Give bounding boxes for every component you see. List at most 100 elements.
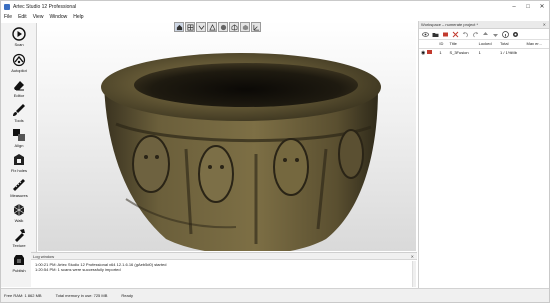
texture-view-icon <box>242 24 248 30</box>
tool-label: Align <box>14 143 24 148</box>
status-bar: Free RAM: 1 862 MB Total memory in use: … <box>1 288 549 302</box>
row-total: 1 / 1%Mb <box>500 50 517 55</box>
workspace-panel: Workspace – numerate project * ✕ ID Titl… <box>418 21 549 288</box>
publish-icon <box>14 255 24 265</box>
close-icon[interactable]: ✕ <box>543 22 546 27</box>
close-button[interactable]: ✕ <box>535 1 549 12</box>
gear-icon <box>512 31 518 37</box>
tool-label: Measures <box>10 193 28 198</box>
home-view-button[interactable] <box>174 22 184 32</box>
tool-editor[interactable]: Editor <box>1 76 37 100</box>
log-title: Log window <box>33 253 55 259</box>
maximize-button[interactable]: □ <box>521 1 535 12</box>
window-controls: – □ ✕ <box>507 1 549 12</box>
tool-tools[interactable]: Tools <box>1 101 37 125</box>
close-icon[interactable]: ✕ <box>411 254 414 259</box>
settings-button[interactable] <box>511 30 519 38</box>
ready-status: Ready <box>121 293 133 298</box>
texture-view-button[interactable] <box>240 22 250 32</box>
log-window: Log window ✕ 1:00:21 PM: Artec Studio 12… <box>31 252 417 288</box>
fix-holes-icon <box>14 154 24 165</box>
wireframe-button[interactable] <box>229 22 239 32</box>
log-body: 1:00:21 PM: Artec Studio 12 Professional… <box>31 260 417 274</box>
column-header-id[interactable]: ID <box>437 40 448 49</box>
eraser-icon <box>14 81 24 91</box>
color-button[interactable] <box>441 30 449 38</box>
menu-help[interactable]: Help <box>70 14 86 20</box>
color-icon <box>442 32 448 36</box>
window-title: Artec Studio 12 Professional <box>13 3 77 10</box>
tool-label: Scan <box>14 42 24 47</box>
arrow-up-icon <box>482 31 488 35</box>
delete-button[interactable] <box>451 30 459 38</box>
menu-view[interactable]: View <box>30 14 47 20</box>
row-visibility-cell[interactable]: ◉ <box>419 48 437 57</box>
tool-label: Fix holes <box>10 168 27 173</box>
camera-button[interactable] <box>196 22 206 32</box>
move-up-button[interactable] <box>481 30 489 38</box>
autopilot-icon <box>12 53 26 67</box>
row-locked: 1 <box>478 50 481 55</box>
tool-label: Publish <box>12 268 26 273</box>
view-toolbar <box>174 22 261 32</box>
move-down-button[interactable] <box>491 30 499 38</box>
folder-button[interactable] <box>431 30 439 38</box>
shading-button[interactable] <box>218 22 228 32</box>
3d-viewport[interactable] <box>38 21 416 251</box>
undo-button[interactable] <box>461 30 469 38</box>
walk-icon <box>13 204 25 216</box>
artec-logo-icon <box>4 3 10 10</box>
menu-file[interactable]: File <box>1 14 15 20</box>
title-bar: Artec Studio 12 Professional – □ ✕ <box>1 1 549 12</box>
info-button[interactable] <box>501 30 509 38</box>
light-icon <box>208 23 216 30</box>
tool-measures[interactable]: Measures <box>1 176 37 200</box>
eye-icon[interactable]: ◉ <box>421 50 425 56</box>
tool-walk[interactable]: Walk <box>1 201 37 225</box>
folder-icon <box>432 32 438 37</box>
workspace-title: Workspace – numerate project * <box>421 22 479 27</box>
workspace-toolbar <box>419 29 549 40</box>
column-header-locked[interactable]: Locked <box>476 40 499 49</box>
left-toolbar: Scan Autopilot Editor Tools Align Fix ho… <box>1 23 37 287</box>
tool-autopilot[interactable]: Autopilot <box>1 51 37 75</box>
minimize-button[interactable]: – <box>507 1 521 12</box>
table-row[interactable]: ◉ 1 S_3Fusion 1 1 / 1%Mb <box>419 48 549 57</box>
tool-scan[interactable]: Scan <box>1 25 37 49</box>
ruler-icon <box>13 179 25 191</box>
tool-fix-holes[interactable]: Fix holes <box>1 151 37 175</box>
menu-bar: File Edit View Window Help <box>1 12 549 21</box>
column-header-max-error[interactable]: Max er... <box>524 40 549 49</box>
tool-label: Texture <box>12 243 26 248</box>
tool-align[interactable]: Align <box>1 126 37 150</box>
column-header-visibility[interactable] <box>419 40 438 49</box>
undo-icon <box>462 31 468 37</box>
tool-texture[interactable]: Texture <box>1 226 37 250</box>
menu-window[interactable]: Window <box>46 14 70 20</box>
play-icon <box>12 27 26 41</box>
row-max-error <box>524 48 549 57</box>
column-header-total[interactable]: Total <box>498 40 525 49</box>
log-header: Log window ✕ <box>31 253 417 260</box>
color-swatch[interactable] <box>426 49 432 54</box>
3d-model-stone-bowl[interactable] <box>96 49 386 251</box>
delete-icon <box>452 31 458 37</box>
menu-edit[interactable]: Edit <box>15 14 30 20</box>
texture-icon <box>15 229 25 242</box>
grid-button[interactable] <box>185 22 195 32</box>
align-icon <box>13 129 25 141</box>
eye-toggle-button[interactable] <box>421 30 429 38</box>
light-button[interactable] <box>207 22 217 32</box>
workspace-title-bar: Workspace – numerate project * ✕ <box>419 21 549 29</box>
log-scrollbar[interactable] <box>412 261 416 287</box>
tool-label: Walk <box>14 218 24 223</box>
tool-label: Autopilot <box>11 68 27 73</box>
shading-icon <box>220 24 226 30</box>
info-icon <box>501 30 509 38</box>
eye-icon <box>421 31 429 37</box>
log-line: 1:20:54 PM: 1 scans were successfully im… <box>35 267 121 272</box>
wireframe-icon <box>231 24 237 30</box>
redo-button[interactable] <box>471 30 479 38</box>
axes-button[interactable] <box>251 22 261 32</box>
column-header-title[interactable]: Title <box>447 40 477 49</box>
